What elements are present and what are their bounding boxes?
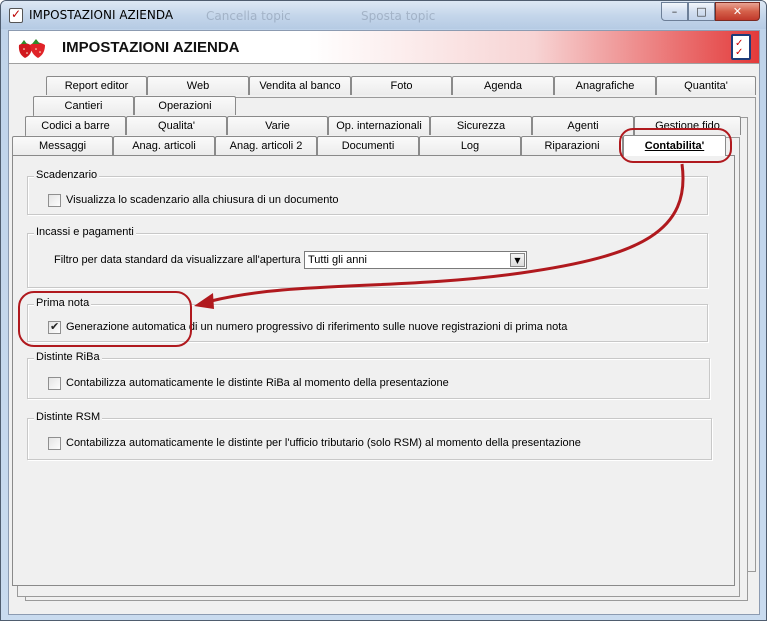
strawberry-icon <box>18 39 45 58</box>
tab-messaggi[interactable]: Messaggi <box>12 136 113 155</box>
tab-qualita[interactable]: Qualita' <box>126 116 227 135</box>
background-ghost-item: Sposta topic <box>361 9 436 23</box>
maximize-button[interactable]: □ <box>688 2 715 21</box>
date-filter-select[interactable]: Tutti gli anni ▼ <box>304 251 527 269</box>
riba-option-label[interactable]: Contabilizza automaticamente le distinte… <box>66 377 449 389</box>
tab-cantieri[interactable]: Cantieri <box>33 96 134 115</box>
tab-foto[interactable]: Foto <box>351 76 452 95</box>
header-title: IMPOSTAZIONI AZIENDA <box>62 39 240 56</box>
tab-codici-a-barre[interactable]: Codici a barre <box>25 116 126 135</box>
tab-riparazioni[interactable]: Riparazioni <box>521 136 623 155</box>
tab-anagrafiche[interactable]: Anagrafiche <box>554 76 656 95</box>
app-checklist-icon[interactable] <box>9 7 23 23</box>
close-button[interactable]: ✕ <box>715 2 760 21</box>
tab-agenti[interactable]: Agenti <box>532 116 634 135</box>
tab-gestione-fido[interactable]: Gestione fido <box>634 116 741 135</box>
tab-quantita[interactable]: Quantita' <box>656 76 756 95</box>
tab-varie[interactable]: Varie <box>227 116 328 135</box>
tab-op-internazionali[interactable]: Op. internazionali <box>328 116 430 135</box>
scadenzario-option-label[interactable]: Visualizza lo scadenzario alla chiusura … <box>66 194 339 206</box>
tab-anag-articoli-2[interactable]: Anag. articoli 2 <box>215 136 317 155</box>
tab-anag-articoli[interactable]: Anag. articoli <box>113 136 215 155</box>
group-legend: Distinte RSM <box>34 411 103 423</box>
group-distinte-rsm: Distinte RSM Contabilizza automaticament… <box>27 411 712 460</box>
tab-operazioni[interactable]: Operazioni <box>134 96 236 115</box>
group-legend: Incassi e pagamenti <box>34 226 136 238</box>
prima-nota-option-label[interactable]: Generazione automatica di un numero prog… <box>66 321 567 333</box>
chevron-down-icon[interactable]: ▼ <box>510 253 525 267</box>
filter-label: Filtro per data standard da visualizzare… <box>54 254 307 266</box>
group-legend: Prima nota <box>34 297 92 309</box>
tab-contabilita[interactable]: Contabilita' <box>623 135 726 156</box>
application-window: IMPOSTAZIONI AZIENDA Cancella topic Spos… <box>0 0 767 621</box>
group-legend: Distinte RiBa <box>34 351 102 363</box>
tab-vendita-al-banco[interactable]: Vendita al banco <box>249 76 351 95</box>
prima-nota-checkbox[interactable] <box>48 320 61 334</box>
group-distinte-riba: Distinte RiBa Contabilizza automaticamen… <box>27 351 710 399</box>
minimize-button[interactable]: – <box>661 2 688 21</box>
group-legend: Scadenzario <box>34 169 100 181</box>
tab-documenti[interactable]: Documenti <box>317 136 419 155</box>
client-area: IMPOSTAZIONI AZIENDA ✓ ✓ Report editor We… <box>8 30 760 615</box>
group-incassi-pagamenti: Incassi e pagamenti Filtro per data stan… <box>27 226 708 288</box>
background-ghost-item: Cancella topic <box>206 9 291 23</box>
tab-agenda[interactable]: Agenda <box>452 76 554 95</box>
tab-sicurezza[interactable]: Sicurezza <box>430 116 532 135</box>
window-title: IMPOSTAZIONI AZIENDA <box>29 8 174 22</box>
tab-report-editor[interactable]: Report editor <box>46 76 147 95</box>
group-prima-nota: Prima nota Generazione automatica di un … <box>27 297 708 342</box>
tab-web[interactable]: Web <box>147 76 249 95</box>
date-filter-value: Tutti gli anni <box>308 254 367 266</box>
form-header: IMPOSTAZIONI AZIENDA ✓ ✓ <box>9 31 759 64</box>
title-bar[interactable]: IMPOSTAZIONI AZIENDA Cancella topic Spos… <box>1 1 766 29</box>
riba-checkbox[interactable] <box>48 377 61 390</box>
rsm-checkbox[interactable] <box>48 437 61 450</box>
tab-log[interactable]: Log <box>419 136 521 155</box>
checklist-icon: ✓ ✓ <box>731 34 751 60</box>
group-scadenzario: Scadenzario Visualizza lo scadenzario al… <box>27 169 708 215</box>
tab-page-contabilita: Scadenzario Visualizza lo scadenzario al… <box>12 155 735 586</box>
scadenzario-checkbox[interactable] <box>48 194 61 207</box>
rsm-option-label[interactable]: Contabilizza automaticamente le distinte… <box>66 437 581 449</box>
